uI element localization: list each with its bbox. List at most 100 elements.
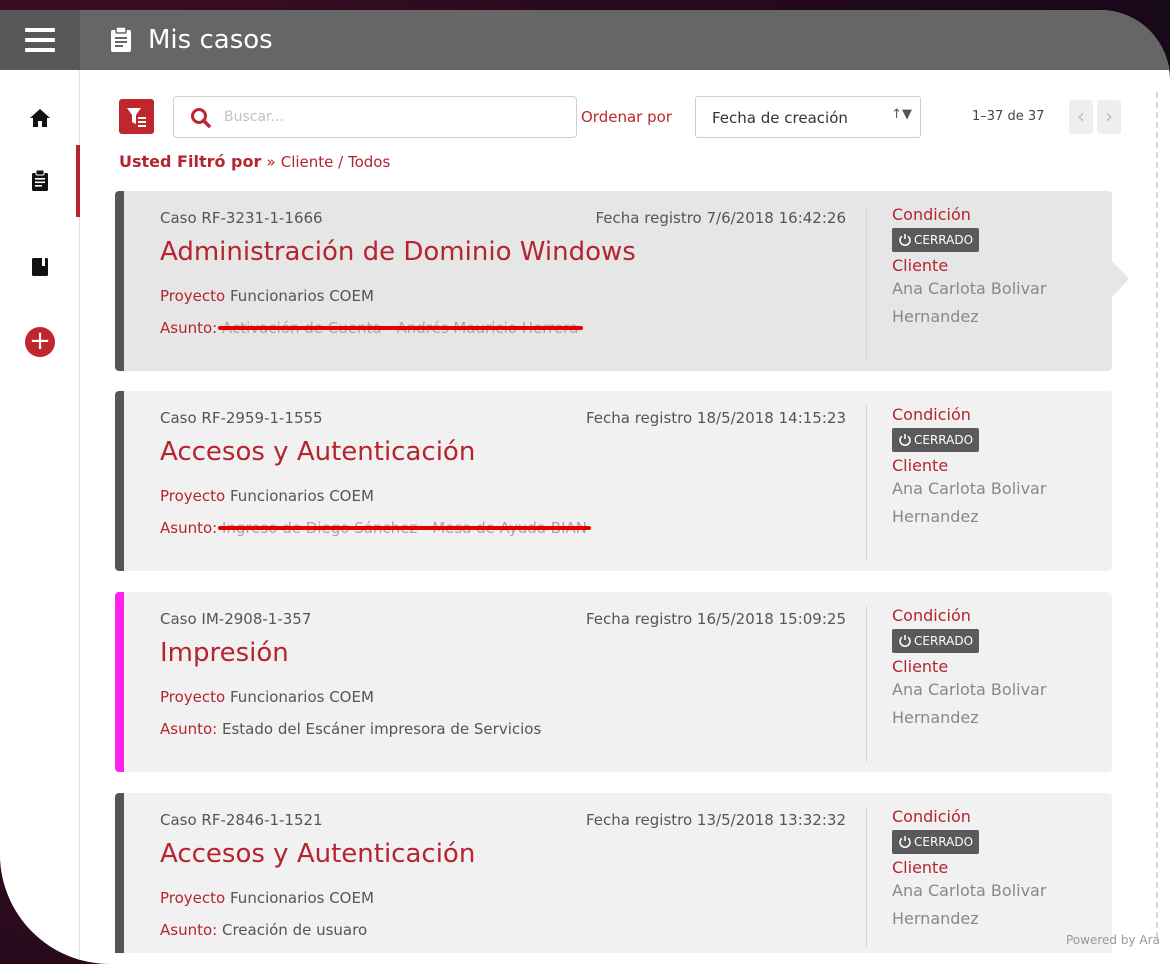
sidebar: + (0, 70, 80, 964)
power-icon (899, 836, 911, 848)
app-window: Mis casos + Buscar... Ordenar por Fecha … (0, 10, 1170, 964)
case-title[interactable]: Accesos y Autenticación (160, 437, 475, 467)
power-icon (899, 234, 911, 246)
subject-value-redacted: Ingreso de Diego Sánchez - Mesa de Ayuda… (217, 519, 592, 537)
project-label: Proyecto (160, 287, 226, 305)
search-input[interactable] (224, 105, 554, 129)
card-divider (866, 807, 867, 947)
prev-page-button[interactable]: ‹ (1069, 100, 1093, 134)
case-date: Fecha registro 7/6/2018 16:42:26 (595, 209, 847, 227)
sidebar-item-home[interactable] (0, 93, 80, 143)
hamburger-icon[interactable] (0, 10, 80, 70)
project-label: Proyecto (160, 889, 226, 907)
sidebar-item-new-case[interactable]: + (0, 317, 80, 367)
case-id: Caso RF-2846-1-1521 (160, 811, 323, 829)
case-subject: Asunto: Estado del Escáner impresora de … (160, 720, 541, 738)
case-date: Fecha registro 18/5/2018 14:15:23 (585, 409, 846, 427)
project-label: Proyecto (160, 487, 226, 505)
card-divider (866, 405, 867, 561)
book-icon (32, 258, 48, 276)
client-label: Cliente (892, 456, 949, 475)
top-bar: Mis casos (0, 10, 1170, 70)
case-card[interactable]: Caso RF-3231-1-1666 Fecha registro 7/6/2… (115, 191, 1129, 371)
clipboard-icon (32, 170, 48, 191)
sort-direction-icon: ↑▼ (891, 107, 912, 122)
case-subject: Asunto: Creación de usuaro (160, 921, 367, 939)
project-value: Funcionarios COEM (230, 688, 374, 706)
case-id: Caso RF-3231-1-1666 (160, 209, 323, 227)
toolbar: Ordenar por Fecha de creación ↑▼ 1–37 de… (119, 96, 1121, 138)
order-by-label: Ordenar por (581, 108, 672, 126)
condition-label: Condición (892, 405, 971, 424)
case-meta: Condición CERRADO Cliente Ana Carlota Bo… (892, 205, 1102, 331)
case-meta: Condición CERRADO Cliente Ana Carlota Bo… (892, 405, 1102, 531)
card-divider (866, 205, 867, 361)
powered-by-text: Powered by Ara (1066, 933, 1160, 947)
filter-value[interactable]: Cliente / Todos (281, 153, 391, 171)
client-name: Ana Carlota Bolivar Hernandez (892, 680, 1047, 727)
case-meta: Condición CERRADO Cliente Ana Carlota Bo… (892, 807, 1102, 933)
status-badge: CERRADO (892, 228, 980, 252)
condition-label: Condición (892, 807, 971, 826)
case-subject: Asunto: Ingreso de Diego Sánchez - Mesa … (160, 519, 592, 537)
power-icon (899, 635, 911, 647)
status-badge: CERRADO (892, 428, 980, 452)
client-label: Cliente (892, 256, 949, 275)
sidebar-item-cases[interactable] (0, 156, 80, 206)
case-date: Fecha registro 16/5/2018 15:09:25 (585, 610, 846, 628)
sidebar-active-indicator (76, 145, 80, 217)
search-icon (191, 108, 211, 128)
filter-button[interactable] (119, 99, 154, 134)
case-project: Proyecto Funcionarios COEM (160, 287, 374, 305)
subject-value: Creación de usuaro (221, 921, 368, 939)
panel-divider (1156, 92, 1158, 938)
client-name: Ana Carlota Bolivar Hernandez (892, 479, 1047, 526)
order-by-select[interactable]: Fecha de creación ↑▼ (695, 96, 921, 138)
condition-label: Condición (892, 205, 971, 224)
case-card[interactable]: Caso IM-2908-1-357 Fecha registro 16/5/2… (115, 592, 1112, 772)
status-text: CERRADO (914, 634, 974, 648)
filter-label: Usted Filtró por (119, 152, 262, 171)
case-date: Fecha registro 13/5/2018 13:32:32 (585, 811, 846, 829)
client-label: Cliente (892, 858, 949, 877)
case-id: Caso IM-2908-1-357 (160, 610, 312, 628)
subject-value-redacted: Activación de Cuenta - Andrés Mauricio H… (217, 319, 583, 337)
status-text: CERRADO (914, 433, 974, 447)
project-value: Funcionarios COEM (230, 889, 374, 907)
case-project: Proyecto Funcionarios COEM (160, 487, 374, 505)
client-label: Cliente (892, 657, 949, 676)
project-value: Funcionarios COEM (230, 287, 374, 305)
pagination-text: 1–37 de 37 (972, 109, 1045, 124)
case-title[interactable]: Accesos y Autenticación (160, 839, 475, 869)
subject-label: Asunto: (160, 519, 218, 537)
subject-label: Asunto: (160, 720, 218, 738)
condition-label: Condición (892, 606, 971, 625)
project-label: Proyecto (160, 688, 226, 706)
subject-label: Asunto: (160, 921, 218, 939)
case-title[interactable]: Impresión (160, 638, 289, 668)
case-subject: Asunto: Activación de Cuenta - Andrés Ma… (160, 319, 583, 337)
home-icon (30, 109, 50, 127)
case-card[interactable]: Caso RF-2846-1-1521 Fecha registro 13/5/… (115, 793, 1112, 953)
status-badge: CERRADO (892, 629, 980, 653)
clipboard-icon (111, 27, 131, 52)
search-box (173, 96, 577, 138)
sidebar-item-knowledge[interactable] (0, 242, 80, 292)
power-icon (899, 434, 911, 446)
case-meta: Condición CERRADO Cliente Ana Carlota Bo… (892, 606, 1102, 732)
filter-separator: » (266, 153, 276, 171)
filter-icon (127, 108, 146, 127)
case-title[interactable]: Administración de Dominio Windows (160, 237, 636, 267)
selected-pointer (1112, 261, 1129, 297)
add-circle-icon: + (25, 327, 55, 357)
case-card[interactable]: Caso RF-2959-1-1555 Fecha registro 18/5/… (115, 391, 1112, 571)
order-by-value: Fecha de creación (712, 109, 848, 127)
status-text: CERRADO (914, 233, 974, 247)
case-id: Caso RF-2959-1-1555 (160, 409, 323, 427)
subject-label: Asunto: (160, 319, 218, 337)
case-project: Proyecto Funcionarios COEM (160, 889, 374, 907)
active-filter-line: Usted Filtró por » Cliente / Todos (119, 152, 390, 171)
client-name: Ana Carlota Bolivar Hernandez (892, 279, 1047, 326)
subject-value: Estado del Escáner impresora de Servicio… (221, 720, 542, 738)
next-page-button[interactable]: › (1097, 100, 1121, 134)
